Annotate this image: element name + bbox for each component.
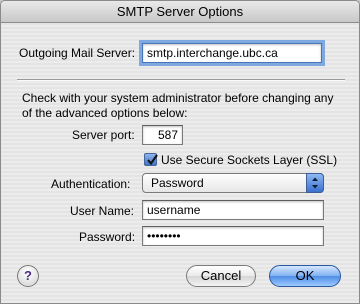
server-port-value: 587 <box>157 128 178 142</box>
help-icon: ? <box>24 268 32 283</box>
checkmark-icon <box>147 154 158 166</box>
outgoing-mail-server-value: smtp.interchange.ubc.ca <box>147 46 278 60</box>
outgoing-mail-server-label: Outgoing Mail Server: <box>19 46 136 60</box>
user-name-value: username <box>147 203 201 217</box>
popup-arrows-icon <box>306 173 324 193</box>
user-name-input[interactable]: username <box>142 200 324 220</box>
ok-button-label: OK <box>295 268 315 283</box>
server-port-input[interactable]: 587 <box>142 125 183 145</box>
ssl-label[interactable]: Use Secure Sockets Layer (SSL) <box>161 153 337 167</box>
cancel-button[interactable]: Cancel <box>186 265 256 287</box>
outgoing-mail-server-input[interactable]: smtp.interchange.ubc.ca <box>142 43 322 63</box>
ok-button[interactable]: OK <box>269 265 341 287</box>
help-button[interactable]: ? <box>17 265 39 287</box>
cancel-button-label: Cancel <box>200 268 242 283</box>
ssl-checkbox[interactable] <box>144 153 158 166</box>
title-bar[interactable]: SMTP Server Options <box>1 1 359 23</box>
password-value: •••••••• <box>147 229 181 243</box>
authentication-popup[interactable]: Password <box>142 173 324 193</box>
server-port-label: Server port: <box>72 128 135 142</box>
authentication-selected: Password <box>151 176 204 190</box>
separator <box>17 79 345 81</box>
password-label: Password: <box>79 230 136 244</box>
smtp-options-dialog: SMTP Server Options Outgoing Mail Server… <box>0 0 360 304</box>
user-name-label: User Name: <box>70 204 135 218</box>
password-input[interactable]: •••••••• <box>142 226 324 246</box>
admin-note: Check with your system administrator bef… <box>22 91 334 120</box>
window-title: SMTP Server Options <box>116 4 244 19</box>
authentication-label: Authentication: <box>51 177 131 191</box>
